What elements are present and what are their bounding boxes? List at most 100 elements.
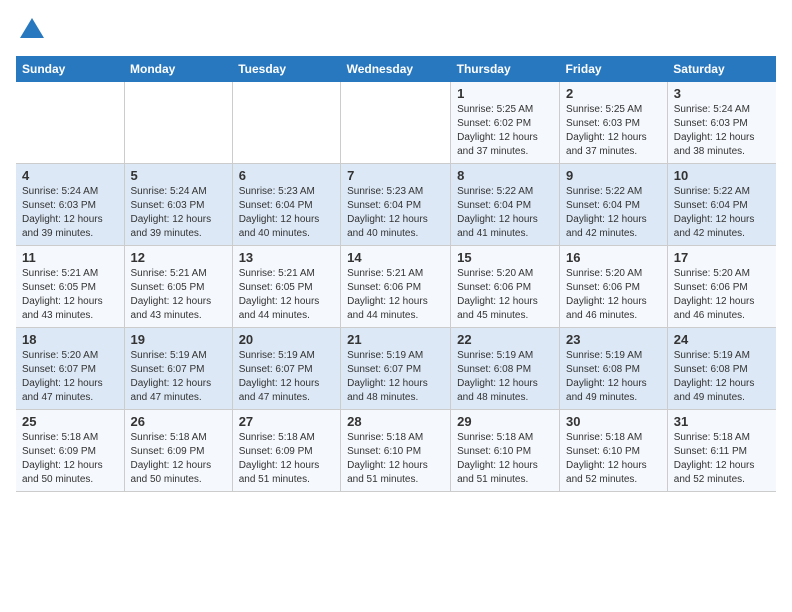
calendar-cell: 26Sunrise: 5:18 AM Sunset: 6:09 PM Dayli… [124, 410, 232, 492]
day-number: 25 [22, 414, 118, 429]
day-detail: Sunrise: 5:20 AM Sunset: 6:07 PM Dayligh… [22, 349, 118, 405]
day-of-week-header: Thursday [451, 56, 560, 82]
day-number: 10 [674, 168, 770, 183]
calendar-cell [124, 82, 232, 164]
day-number: 23 [566, 332, 661, 347]
calendar-cell: 10Sunrise: 5:22 AM Sunset: 6:04 PM Dayli… [667, 164, 776, 246]
day-number: 4 [22, 168, 118, 183]
day-detail: Sunrise: 5:22 AM Sunset: 6:04 PM Dayligh… [457, 185, 553, 241]
day-detail: Sunrise: 5:20 AM Sunset: 6:06 PM Dayligh… [566, 267, 661, 323]
day-number: 29 [457, 414, 553, 429]
calendar-cell: 15 Sunrise: 5:20 AM Sunset: 6:06 PM Dayli… [451, 246, 560, 328]
day-detail: Sunrise: 5:21 AM Sunset: 6:05 PM Dayligh… [239, 267, 334, 323]
day-number: 16 [566, 250, 661, 265]
calendar-cell: 22Sunrise: 5:19 AM Sunset: 6:08 PM Dayli… [451, 328, 560, 410]
day-number: 1 [457, 86, 553, 101]
calendar-cell: 9Sunrise: 5:22 AM Sunset: 6:04 PM Daylig… [560, 164, 668, 246]
calendar-week-row: 4 Sunrise: 5:24 AM Sunset: 6:03 PM Daylig… [16, 164, 776, 246]
calendar-cell: 16 Sunrise: 5:20 AM Sunset: 6:06 PM Dayli… [560, 246, 668, 328]
calendar-week-row: 11 Sunrise: 5:21 AM Sunset: 6:05 PM Dayli… [16, 246, 776, 328]
calendar-cell: 18 Sunrise: 5:20 AM Sunset: 6:07 PM Dayli… [16, 328, 124, 410]
calendar-week-row: 18 Sunrise: 5:20 AM Sunset: 6:07 PM Dayli… [16, 328, 776, 410]
calendar-body: 1 Sunrise: 5:25 AM Sunset: 6:02 PM Daylig… [16, 82, 776, 492]
day-detail: Sunrise: 5:25 AM Sunset: 6:03 PM Dayligh… [566, 103, 661, 159]
day-number: 2 [566, 86, 661, 101]
day-detail: Sunrise: 5:24 AM Sunset: 6:03 PM Dayligh… [131, 185, 226, 241]
calendar-cell: 3 Sunrise: 5:24 AM Sunset: 6:03 PM Daylig… [667, 82, 776, 164]
day-detail: Sunrise: 5:18 AM Sunset: 6:10 PM Dayligh… [457, 431, 553, 487]
day-detail: Sunrise: 5:20 AM Sunset: 6:06 PM Dayligh… [457, 267, 553, 323]
day-number: 28 [347, 414, 444, 429]
day-detail: Sunrise: 5:19 AM Sunset: 6:07 PM Dayligh… [347, 349, 444, 405]
day-detail: Sunrise: 5:21 AM Sunset: 6:05 PM Dayligh… [22, 267, 118, 323]
day-number: 18 [22, 332, 118, 347]
calendar-cell: 30 Sunrise: 5:18 AM Sunset: 6:10 PM Dayli… [560, 410, 668, 492]
header-row: SundayMondayTuesdayWednesdayThursdayFrid… [16, 56, 776, 82]
calendar-cell [341, 82, 451, 164]
day-number: 20 [239, 332, 334, 347]
calendar-cell: 6 Sunrise: 5:23 AM Sunset: 6:04 PM Daylig… [232, 164, 340, 246]
logo-icon [18, 16, 46, 44]
calendar-table: SundayMondayTuesdayWednesdayThursdayFrid… [16, 56, 776, 492]
calendar-cell: 12Sunrise: 5:21 AM Sunset: 6:05 PM Dayli… [124, 246, 232, 328]
calendar-cell: 20 Sunrise: 5:19 AM Sunset: 6:07 PM Dayli… [232, 328, 340, 410]
day-detail: Sunrise: 5:19 AM Sunset: 6:07 PM Dayligh… [131, 349, 226, 405]
calendar-cell: 14 Sunrise: 5:21 AM Sunset: 6:06 PM Dayli… [341, 246, 451, 328]
day-number: 6 [239, 168, 334, 183]
day-of-week-header: Saturday [667, 56, 776, 82]
day-detail: Sunrise: 5:18 AM Sunset: 6:11 PM Dayligh… [674, 431, 770, 487]
day-number: 19 [131, 332, 226, 347]
day-detail: Sunrise: 5:19 AM Sunset: 6:08 PM Dayligh… [566, 349, 661, 405]
day-number: 24 [674, 332, 770, 347]
day-detail: Sunrise: 5:23 AM Sunset: 6:04 PM Dayligh… [347, 185, 444, 241]
day-number: 5 [131, 168, 226, 183]
day-detail: Sunrise: 5:18 AM Sunset: 6:10 PM Dayligh… [347, 431, 444, 487]
day-of-week-header: Friday [560, 56, 668, 82]
day-detail: Sunrise: 5:25 AM Sunset: 6:02 PM Dayligh… [457, 103, 553, 159]
page-header [16, 16, 776, 44]
day-detail: Sunrise: 5:18 AM Sunset: 6:09 PM Dayligh… [22, 431, 118, 487]
calendar-cell: 19 Sunrise: 5:19 AM Sunset: 6:07 PM Dayli… [124, 328, 232, 410]
calendar-cell: 24 Sunrise: 5:19 AM Sunset: 6:08 PM Dayli… [667, 328, 776, 410]
calendar-cell: 13 Sunrise: 5:21 AM Sunset: 6:05 PM Dayli… [232, 246, 340, 328]
calendar-cell: 29 Sunrise: 5:18 AM Sunset: 6:10 PM Dayli… [451, 410, 560, 492]
day-detail: Sunrise: 5:18 AM Sunset: 6:10 PM Dayligh… [566, 431, 661, 487]
day-detail: Sunrise: 5:23 AM Sunset: 6:04 PM Dayligh… [239, 185, 334, 241]
calendar-cell: 8 Sunrise: 5:22 AM Sunset: 6:04 PM Daylig… [451, 164, 560, 246]
calendar-cell: 4 Sunrise: 5:24 AM Sunset: 6:03 PM Daylig… [16, 164, 124, 246]
day-detail: Sunrise: 5:21 AM Sunset: 6:06 PM Dayligh… [347, 267, 444, 323]
day-number: 30 [566, 414, 661, 429]
day-detail: Sunrise: 5:19 AM Sunset: 6:08 PM Dayligh… [457, 349, 553, 405]
day-number: 7 [347, 168, 444, 183]
calendar-week-row: 25 Sunrise: 5:18 AM Sunset: 6:09 PM Dayli… [16, 410, 776, 492]
day-detail: Sunrise: 5:24 AM Sunset: 6:03 PM Dayligh… [22, 185, 118, 241]
calendar-header: SundayMondayTuesdayWednesdayThursdayFrid… [16, 56, 776, 82]
day-number: 26 [131, 414, 226, 429]
calendar-cell: 27 Sunrise: 5:18 AM Sunset: 6:09 PM Dayli… [232, 410, 340, 492]
day-number: 15 [457, 250, 553, 265]
day-of-week-header: Sunday [16, 56, 124, 82]
day-detail: Sunrise: 5:19 AM Sunset: 6:07 PM Dayligh… [239, 349, 334, 405]
day-number: 11 [22, 250, 118, 265]
calendar-cell: 1 Sunrise: 5:25 AM Sunset: 6:02 PM Daylig… [451, 82, 560, 164]
day-of-week-header: Wednesday [341, 56, 451, 82]
calendar-week-row: 1 Sunrise: 5:25 AM Sunset: 6:02 PM Daylig… [16, 82, 776, 164]
day-number: 13 [239, 250, 334, 265]
day-number: 31 [674, 414, 770, 429]
calendar-cell: 31 Sunrise: 5:18 AM Sunset: 6:11 PM Dayli… [667, 410, 776, 492]
day-detail: Sunrise: 5:24 AM Sunset: 6:03 PM Dayligh… [674, 103, 770, 159]
calendar-cell: 17Sunrise: 5:20 AM Sunset: 6:06 PM Dayli… [667, 246, 776, 328]
day-detail: Sunrise: 5:21 AM Sunset: 6:05 PM Dayligh… [131, 267, 226, 323]
calendar-cell: 23 Sunrise: 5:19 AM Sunset: 6:08 PM Dayli… [560, 328, 668, 410]
day-number: 27 [239, 414, 334, 429]
day-number: 3 [674, 86, 770, 101]
day-number: 8 [457, 168, 553, 183]
logo [16, 16, 46, 44]
day-detail: Sunrise: 5:19 AM Sunset: 6:08 PM Dayligh… [674, 349, 770, 405]
calendar-cell: 2 Sunrise: 5:25 AM Sunset: 6:03 PM Daylig… [560, 82, 668, 164]
day-of-week-header: Monday [124, 56, 232, 82]
day-detail: Sunrise: 5:18 AM Sunset: 6:09 PM Dayligh… [239, 431, 334, 487]
calendar-cell: 5 Sunrise: 5:24 AM Sunset: 6:03 PM Daylig… [124, 164, 232, 246]
calendar-cell: 11 Sunrise: 5:21 AM Sunset: 6:05 PM Dayli… [16, 246, 124, 328]
day-number: 14 [347, 250, 444, 265]
